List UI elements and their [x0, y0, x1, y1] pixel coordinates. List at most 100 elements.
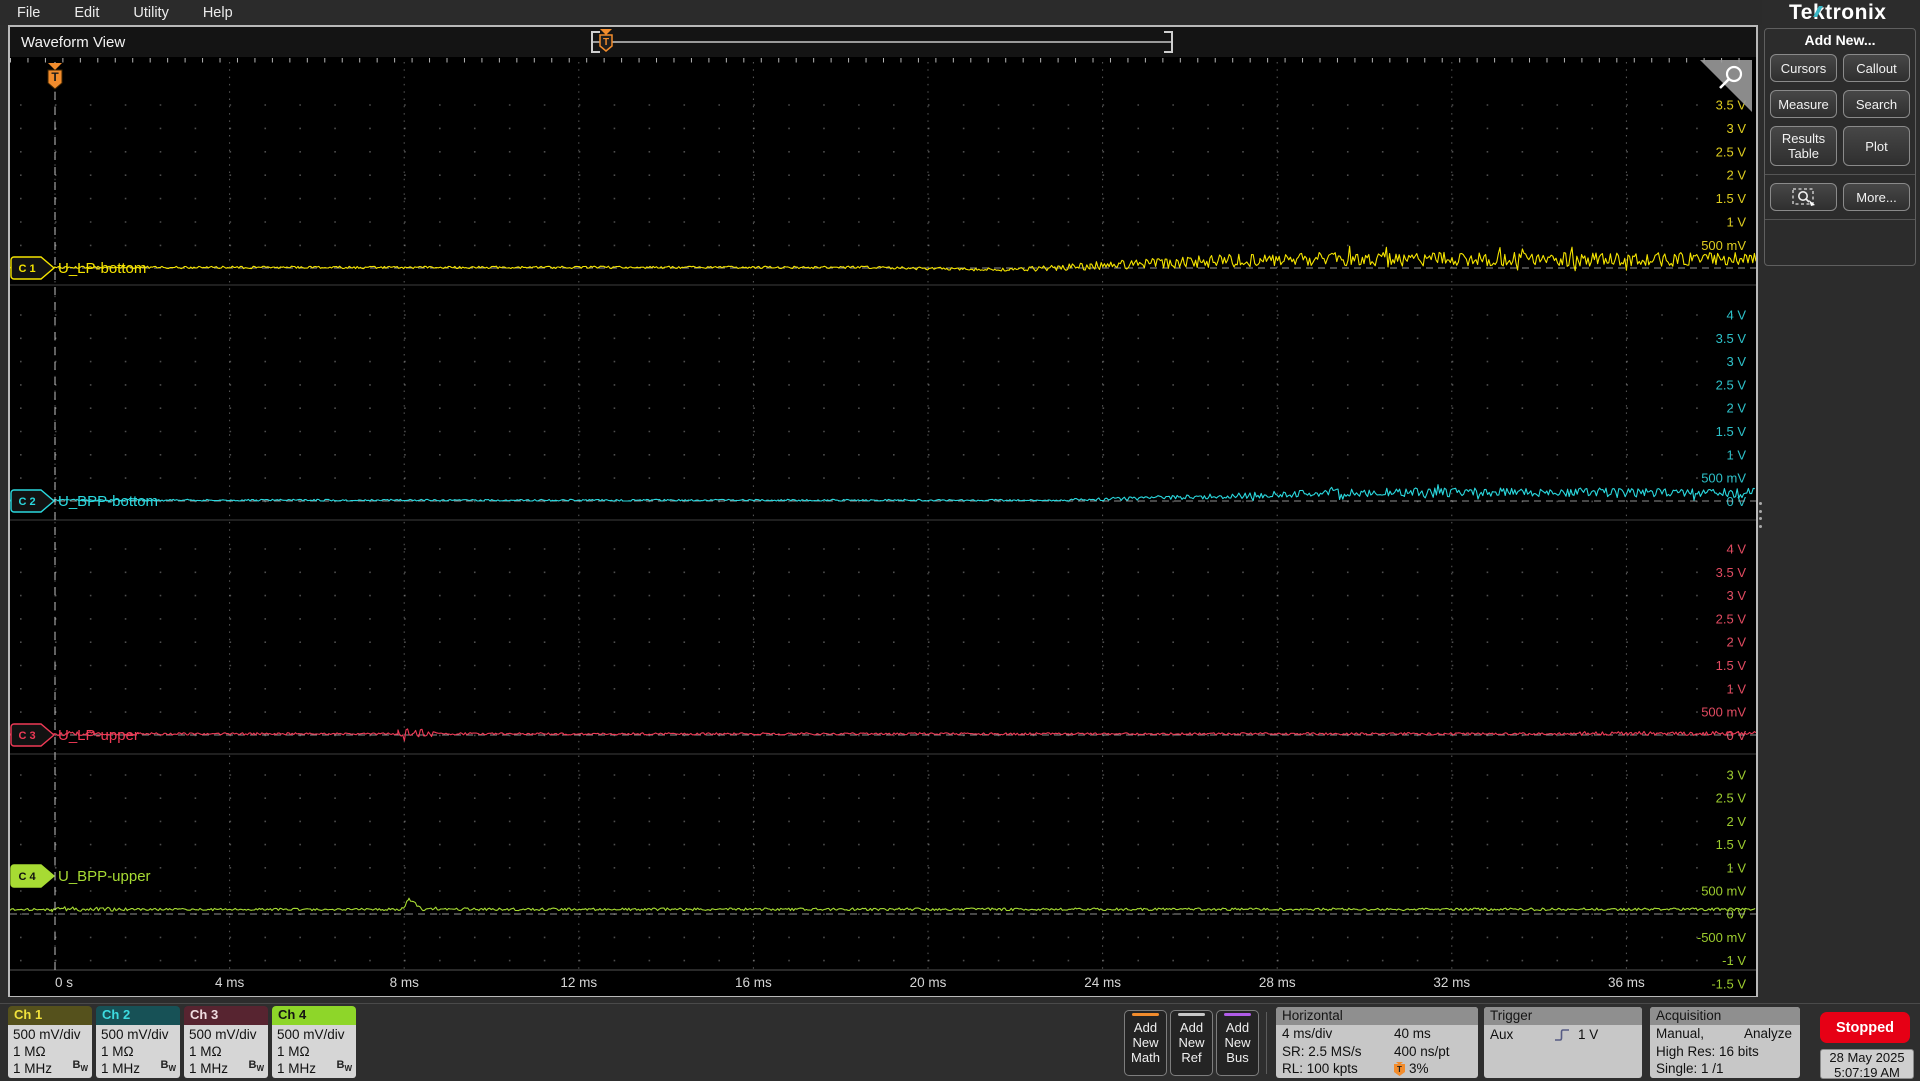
channel-1-name: Ch 1 — [8, 1006, 92, 1025]
ch4-plot-badge[interactable]: C 4 — [10, 864, 56, 888]
results-table-button[interactable]: Results Table — [1770, 126, 1837, 166]
time-label: 5:07:19 AM — [1834, 1064, 1900, 1080]
time-axis-label: 4 ms — [215, 975, 245, 990]
search-button[interactable]: Search — [1843, 90, 1910, 118]
svg-text:C 3: C 3 — [18, 730, 35, 742]
ch4-tick-label: 1.5 V — [1716, 837, 1747, 852]
trigger-source: Aux — [1490, 1027, 1514, 1042]
minimap-trigger-marker-icon[interactable]: T — [599, 29, 613, 52]
ch4-trace — [10, 897, 1756, 913]
ch4-tick-label: 2 V — [1726, 814, 1746, 829]
menu-bar: File Edit Utility Help — [0, 0, 1762, 25]
ch4-tick-label: -1.5 V — [1711, 976, 1746, 991]
ch3-tick-label: 2 V — [1726, 635, 1746, 650]
plot-button[interactable]: Plot — [1843, 126, 1910, 166]
waveform-graticule[interactable]: 3.5 V 3 V 2.5 V 2 V 1.5 V 1 V 500 mV C 1 U_LP-bo… — [10, 58, 1756, 996]
channel-2-name: Ch 2 — [96, 1006, 180, 1025]
add-new-panel: Add New... Cursors Callout Measure Searc… — [1764, 28, 1916, 266]
menu-help[interactable]: Help — [186, 5, 250, 21]
sidebar-divider — [1765, 174, 1915, 175]
horizontal-panel[interactable]: Horizontal 4 ms/div 40 ms SR: 2.5 MS/s 400… — [1276, 1007, 1478, 1078]
ch3-label[interactable]: U_LP-upper — [58, 727, 139, 744]
channel-1-badge[interactable]: Ch 1 500 mV/div 1 MΩ 1 MHz BW — [8, 1006, 92, 1078]
time-axis-label: 20 ms — [910, 975, 947, 990]
panel-splitter-handle[interactable] — [1757, 502, 1763, 528]
ch3-trace — [10, 728, 1756, 742]
more-button[interactable]: More... — [1843, 183, 1910, 211]
acquisition-panel[interactable]: Acquisition Manual, Analyze High Res: 16 … — [1650, 1007, 1800, 1078]
tektronix-logo: Tektronix — [1789, 1, 1887, 24]
svg-text:C 4: C 4 — [18, 871, 36, 883]
ch2-tick-label: 4 V — [1726, 308, 1746, 323]
horizontal-position-minimap[interactable]: T — [586, 28, 1178, 56]
zoom-select-icon — [1791, 188, 1815, 206]
bottom-bar-separator — [1266, 1012, 1267, 1074]
trigger-panel[interactable]: Trigger Aux 1 V — [1484, 1007, 1642, 1078]
bandwidth-limit-icon: BW — [248, 1058, 264, 1073]
logo-k-glyph: k — [1812, 1, 1826, 24]
zoom-select-button[interactable] — [1770, 183, 1837, 211]
ch1-label[interactable]: U_LP-bottom — [58, 260, 146, 277]
ch2-plot-badge[interactable]: C 2 — [10, 489, 56, 513]
channel-4-name: Ch 4 — [272, 1006, 356, 1025]
ch3-tick-label: 1.5 V — [1716, 658, 1747, 673]
trigger-level: 1 V — [1578, 1027, 1599, 1042]
bandwidth-limit-icon: BW — [336, 1058, 352, 1073]
svg-text:T: T — [603, 37, 609, 48]
ch1-trace — [10, 245, 1756, 272]
datetime-display: 28 May 2025 5:07:19 AM — [1820, 1049, 1914, 1079]
ch3-tick-label: 1 V — [1726, 681, 1746, 696]
waveform-view-container: Waveform View T 3.5 V 3 V 2.5 V 2 V 1.5 V 1 V… — [8, 25, 1758, 997]
run-stop-status-button[interactable]: Stopped — [1820, 1012, 1910, 1043]
waveform-view-title: Waveform View — [21, 33, 126, 51]
ch2-tick-label: 3 V — [1726, 354, 1746, 369]
channel-3-name: Ch 3 — [184, 1006, 268, 1025]
horizontal-panel-title: Horizontal — [1276, 1007, 1478, 1025]
ch3-tick-label: 3 V — [1726, 588, 1746, 603]
ch2-label[interactable]: U_BPP-bottom — [58, 493, 158, 510]
ch4-tick-label: -500 mV — [1697, 930, 1746, 945]
add-new-title: Add New... — [1804, 32, 1876, 48]
ch1-plot-badge[interactable]: C 1 — [10, 256, 56, 280]
svg-text:C 2: C 2 — [18, 496, 35, 508]
bottom-settings-bar: Ch 1 500 mV/div 1 MΩ 1 MHz BW Ch 2 500 mV/… — [0, 1003, 1920, 1081]
channel-4-badge[interactable]: Ch 4 500 mV/div 1 MΩ 1 MHz BW — [272, 1006, 356, 1078]
ch2-tick-label: 1.5 V — [1716, 424, 1747, 439]
ch4-tick-label: -1 V — [1722, 953, 1746, 968]
channel-3-badge[interactable]: Ch 3 500 mV/div 1 MΩ 1 MHz BW — [184, 1006, 268, 1078]
ch3-tick-label: 3.5 V — [1716, 565, 1747, 580]
ch2-tick-label: 3.5 V — [1716, 331, 1747, 346]
menu-file[interactable]: File — [0, 5, 57, 21]
measure-button[interactable]: Measure — [1770, 90, 1837, 118]
sidebar-divider-2 — [1765, 219, 1915, 220]
callout-button[interactable]: Callout — [1843, 54, 1910, 82]
trigger-position-marker-icon[interactable]: T — [47, 63, 63, 90]
bandwidth-limit-icon: BW — [160, 1058, 176, 1073]
math-accent — [1132, 1013, 1159, 1016]
ch4-tick-label: 3 V — [1726, 768, 1746, 783]
add-new-bus-button[interactable]: Add New Bus — [1216, 1010, 1259, 1076]
time-axis-label: 32 ms — [1433, 975, 1470, 990]
ref-accent — [1178, 1013, 1205, 1016]
ch1-tick-label: 1.5 V — [1716, 191, 1747, 206]
time-axis-label: 28 ms — [1259, 975, 1296, 990]
channel-2-badge[interactable]: Ch 2 500 mV/div 1 MΩ 1 MHz BW — [96, 1006, 180, 1078]
menu-edit[interactable]: Edit — [57, 5, 116, 21]
ch3-plot-badge[interactable]: C 3 — [10, 723, 56, 747]
ch4-tick-label: 2.5 V — [1716, 791, 1747, 806]
menu-utility[interactable]: Utility — [116, 5, 185, 21]
trigger-frequency-icon: T — [1394, 1061, 1405, 1076]
ch4-label[interactable]: U_BPP-upper — [58, 868, 151, 885]
svg-text:T: T — [1397, 1065, 1402, 1074]
add-new-ref-button[interactable]: Add New Ref — [1170, 1010, 1213, 1076]
ch2-tick-label: 500 mV — [1701, 471, 1746, 486]
cursors-button[interactable]: Cursors — [1770, 54, 1837, 82]
rising-edge-icon — [1555, 1029, 1569, 1041]
add-new-math-button[interactable]: Add New Math — [1124, 1010, 1167, 1076]
ch2-trace — [10, 484, 1755, 502]
time-axis-label: 8 ms — [390, 975, 420, 990]
waveform-view-titlebar: Waveform View T — [10, 27, 1756, 58]
ch3-tick-label: 2.5 V — [1716, 611, 1747, 626]
ch1-tick-label: 3 V — [1726, 121, 1746, 136]
ch1-tick-label: 1 V — [1726, 215, 1746, 230]
